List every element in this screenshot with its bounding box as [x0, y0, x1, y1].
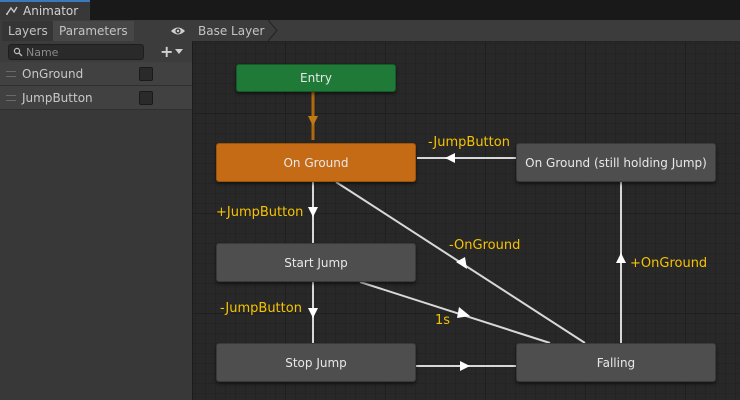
- state-label: Start Jump: [284, 255, 348, 270]
- tab-layers[interactable]: Layers: [2, 21, 55, 41]
- chevron-down-icon: [175, 49, 184, 54]
- parameter-name: JumpButton: [22, 90, 93, 105]
- search-field[interactable]: [8, 44, 144, 60]
- breadcrumb-separator-icon: [268, 20, 278, 41]
- add-parameter-button[interactable]: +: [160, 44, 188, 60]
- state-entry[interactable]: Entry: [236, 64, 396, 92]
- drag-handle-icon[interactable]: [6, 70, 16, 77]
- transition-label-falling-to-hold: +OnGround: [630, 256, 708, 271]
- window-tab-title: Animator: [23, 4, 79, 18]
- state-label: On Ground: [283, 155, 349, 170]
- drag-handle-icon[interactable]: [6, 94, 16, 101]
- state-on-ground-still-holding-jump[interactable]: On Ground (still holding Jump): [516, 143, 716, 182]
- panel-tab-bar: Layers Parameters: [0, 20, 192, 43]
- state-label: Stop Jump: [285, 355, 347, 370]
- parameter-checkbox[interactable]: [139, 66, 153, 81]
- breadcrumb-item-base-layer[interactable]: Base Layer: [192, 20, 279, 41]
- tab-layers-label: Layers: [8, 24, 48, 38]
- transition-label-startjump-to-falling: 1s: [435, 313, 451, 328]
- transition-label-onground-to-startjump: +JumpButton: [216, 205, 304, 220]
- state-label: Entry: [300, 71, 332, 85]
- search-icon: [13, 47, 23, 57]
- breadcrumb-label: Base Layer: [198, 23, 265, 38]
- state-stop-jump[interactable]: Stop Jump: [216, 343, 416, 382]
- parameter-row-jumpbutton[interactable]: JumpButton: [0, 86, 192, 110]
- state-label: On Ground (still holding Jump): [525, 155, 707, 170]
- parameters-panel: Layers Parameters + OnGround: [0, 20, 192, 400]
- plus-icon: +: [160, 42, 174, 61]
- search-input[interactable]: [26, 45, 136, 59]
- transition-label-startjump-to-stopjump: -JumpButton: [220, 301, 302, 316]
- parameter-row-onground[interactable]: OnGround: [0, 62, 192, 86]
- transition-label-onground-to-falling: -OnGround: [449, 238, 521, 253]
- parameter-name: OnGround: [22, 66, 84, 81]
- state-falling[interactable]: Falling: [516, 343, 716, 382]
- state-start-jump[interactable]: Start Jump: [216, 243, 416, 282]
- parameter-checkbox[interactable]: [139, 90, 153, 105]
- state-label: Falling: [596, 355, 636, 370]
- window-tab-strip: [0, 0, 740, 20]
- breadcrumb: Base Layer: [192, 20, 740, 42]
- transition-label-hold-to-onground: -JumpButton: [428, 135, 510, 150]
- animator-window-tab[interactable]: Animator: [0, 0, 90, 20]
- eye-icon[interactable]: [170, 25, 186, 37]
- tab-parameters-label: Parameters: [59, 24, 128, 38]
- state-on-ground[interactable]: On Ground: [216, 143, 416, 182]
- tab-parameters[interactable]: Parameters: [53, 21, 134, 41]
- animator-icon: [6, 6, 18, 15]
- search-row: +: [0, 42, 192, 62]
